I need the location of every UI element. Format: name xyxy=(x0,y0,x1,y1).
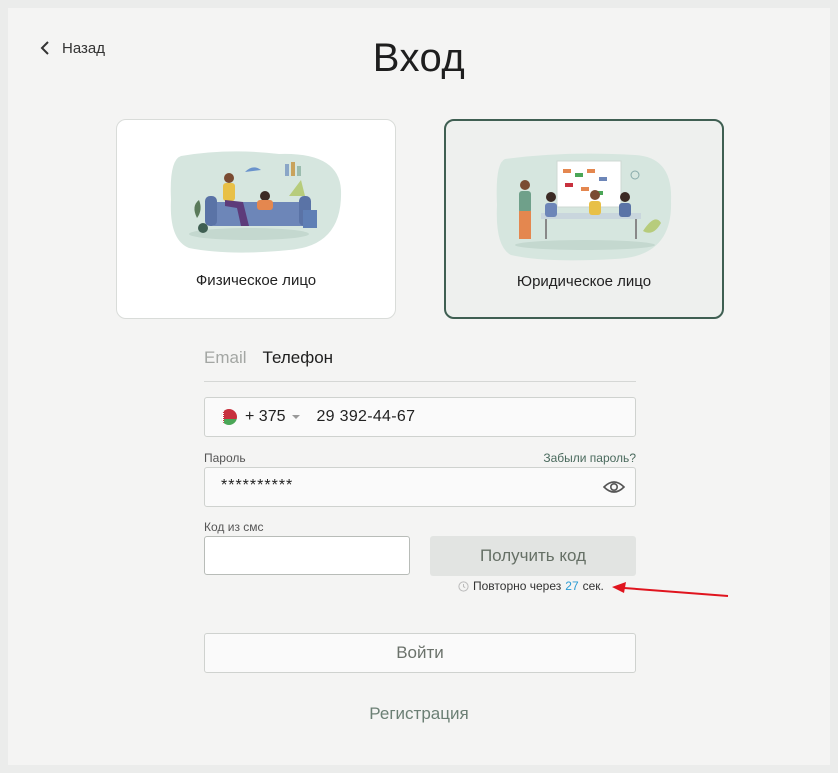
tab-email[interactable]: Email xyxy=(204,348,247,368)
country-code: + 375 xyxy=(245,408,286,425)
eye-icon[interactable] xyxy=(603,478,625,496)
sms-code-label: Код из смс xyxy=(204,520,264,534)
people-on-sofa-illustration xyxy=(170,151,342,253)
page-title: Вход xyxy=(372,36,466,80)
password-label: Пароль xyxy=(204,451,246,465)
account-type-individual-label: Физическое лицо xyxy=(195,272,317,289)
password-field[interactable]: ********** xyxy=(204,467,636,507)
account-type-company-label: Юридическое лицо xyxy=(516,273,652,290)
get-code-button[interactable]: Получить код xyxy=(430,536,636,576)
password-value: ********** xyxy=(221,477,294,494)
phone-field[interactable]: + 375 29 392-44-67 xyxy=(204,397,636,437)
resend-prefix: Повторно через xyxy=(473,579,562,593)
login-button[interactable]: Войти xyxy=(204,633,636,673)
chevron-down-icon xyxy=(292,415,301,419)
tab-phone[interactable]: Телефон xyxy=(263,348,334,368)
login-method-tabs: Email Телефон xyxy=(204,348,636,382)
resend-timer: Повторно через 27 сек. xyxy=(458,579,604,593)
office-meeting-illustration xyxy=(496,153,672,261)
by-flag-icon xyxy=(221,409,237,425)
account-type-individual[interactable]: Физическое лицо xyxy=(116,119,396,319)
forgot-password-link[interactable]: Забыли пароль? xyxy=(543,451,636,465)
resend-seconds: 27 xyxy=(565,579,579,593)
resend-suffix: сек. xyxy=(582,579,604,593)
account-type-company[interactable]: Юридическое лицо xyxy=(444,119,724,319)
register-link[interactable]: Регистрация xyxy=(8,704,830,724)
clock-icon xyxy=(458,580,469,592)
country-code-select[interactable]: + 375 xyxy=(221,408,301,426)
sms-code-input[interactable] xyxy=(204,536,410,575)
annotation-arrow xyxy=(612,582,729,597)
phone-number-value: 29 392-44-67 xyxy=(316,408,416,425)
login-page: Назад Вход Физическое лицо Юридическое л… xyxy=(8,8,830,765)
